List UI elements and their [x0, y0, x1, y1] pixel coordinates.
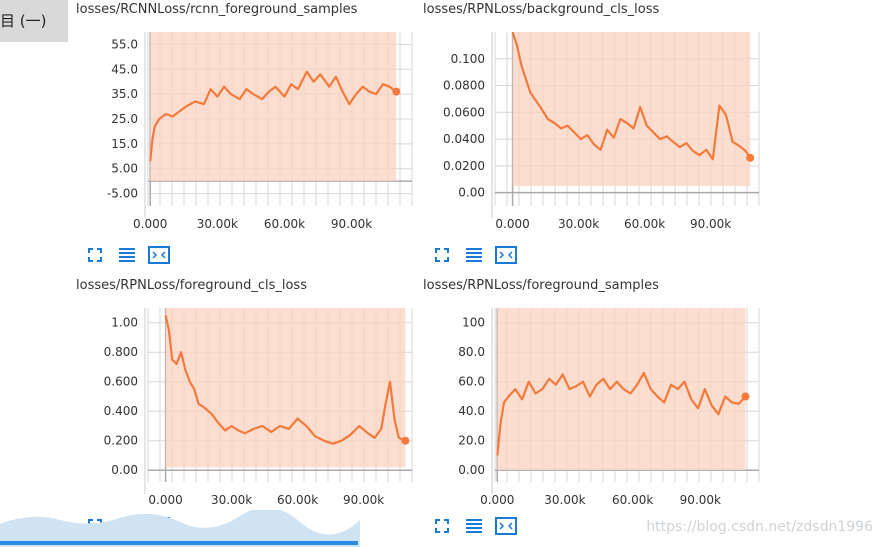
y-tick-label: 60.0: [458, 375, 485, 389]
y-tick-label: -5.00: [107, 187, 138, 201]
fullscreen-button[interactable]: [431, 516, 453, 536]
x-tick-label: 30.00k: [211, 493, 252, 507]
variance-band: [512, 32, 751, 186]
y-tick-label: 15.0: [111, 137, 138, 151]
x-tick-label: 90.00k: [331, 217, 372, 231]
chart-svg: 100 80.0 60.0 40.0 20.0 0.00 0.000 30.00k 60.00k…: [458, 308, 760, 507]
chart-card-1: losses/RCNNLoss/rcnn_foreground_samples …: [66, 0, 426, 270]
x-tick-label: 60.00k: [612, 493, 653, 507]
data-list-icon: [466, 248, 482, 262]
fit-domain-button[interactable]: [495, 245, 517, 265]
y-tick-label: 0.0400: [443, 132, 485, 146]
fullscreen-button[interactable]: [84, 245, 106, 265]
y-tick-label: 0.00: [458, 463, 485, 477]
y-tick-label: 0.100: [451, 52, 485, 66]
data-list-button[interactable]: [463, 245, 485, 265]
x-tick-label: 0.000: [480, 493, 514, 507]
x-tick-label: 30.00k: [197, 217, 238, 231]
fullscreen-icon: [435, 248, 449, 262]
y-tick-label: 40.0: [458, 404, 485, 418]
x-tick-label: 60.00k: [624, 217, 665, 231]
data-list-button[interactable]: [116, 245, 138, 265]
top-left-fragment: 目 (一): [0, 0, 68, 42]
fullscreen-icon: [88, 248, 102, 262]
fit-domain-button[interactable]: [148, 245, 170, 265]
x-tick-label: 90.00k: [690, 217, 731, 231]
y-tick-label: 55.0: [111, 37, 138, 51]
chart-svg: 55.0 45.0 35.0 25.0 15.0 5.00 -5.00 0.000 30.00k…: [107, 32, 413, 231]
y-tick-label: 0.800: [104, 345, 138, 359]
y-tick-label: 0.00: [111, 463, 138, 477]
chart-svg: 1.00 0.800 0.600 0.400 0.200 0.00 0.000 30.00k 6…: [104, 308, 413, 507]
x-tick-label: 0.000: [133, 217, 167, 231]
fit-domain-button[interactable]: [495, 516, 517, 536]
x-tick-label: 60.00k: [264, 217, 305, 231]
fullscreen-icon: [435, 519, 449, 533]
progress-wave-decoration: [0, 510, 360, 547]
x-tick-label: 0.000: [148, 493, 182, 507]
x-tick-label: 60.00k: [277, 493, 318, 507]
data-list-icon: [466, 519, 482, 533]
chart-toolbar: [84, 245, 170, 265]
y-tick-label: 0.0200: [443, 159, 485, 173]
y-tick-label: 5.00: [111, 162, 138, 176]
variance-band: [165, 308, 406, 468]
watermark-text: https://blog.csdn.net/zdsdn1996: [646, 519, 873, 535]
x-tick-label: 0.000: [495, 217, 529, 231]
x-tick-label: 30.00k: [558, 217, 599, 231]
y-tick-label: 80.0: [458, 345, 485, 359]
fit-domain-icon: [495, 246, 517, 264]
variance-band: [497, 308, 746, 471]
fullscreen-button[interactable]: [431, 245, 453, 265]
y-tick-label: 35.0: [111, 87, 138, 101]
header-fragment: 目 (一): [0, 12, 47, 30]
y-tick-label: 1.00: [111, 316, 138, 330]
chart-toolbar: [431, 516, 517, 536]
fit-domain-icon: [148, 246, 170, 264]
chart-toolbar: [431, 245, 517, 265]
y-tick-label: 0.400: [104, 404, 138, 418]
y-tick-label: 0.200: [104, 434, 138, 448]
y-tick-label: 100: [462, 316, 485, 330]
x-tick-label: 90.00k: [343, 493, 384, 507]
last-point-marker: [741, 392, 750, 401]
chart-card-2: losses/RPNLoss/background_cls_loss 0.100…: [413, 0, 773, 270]
y-tick-label: 25.0: [111, 112, 138, 126]
x-tick-label: 90.00k: [680, 493, 721, 507]
x-tick-label: 30.00k: [544, 493, 585, 507]
y-tick-label: 20.0: [458, 434, 485, 448]
chart-svg: 0.100 0.0800 0.0600 0.0400 0.0200 0.00 0.000 30…: [443, 31, 760, 231]
y-tick-label: 0.0800: [443, 79, 485, 93]
y-tick-label: 0.600: [104, 375, 138, 389]
chart-card-4: losses/RPNLoss/foreground_samples 100 80.…: [413, 276, 773, 546]
fit-domain-icon: [495, 517, 517, 535]
y-tick-label: 0.0600: [443, 105, 485, 119]
last-point-marker: [401, 436, 410, 445]
data-list-button[interactable]: [463, 516, 485, 536]
y-tick-label: 45.0: [111, 62, 138, 76]
data-list-icon: [119, 248, 135, 262]
last-point-marker: [392, 87, 401, 96]
chart-card-3: losses/RPNLoss/foreground_cls_loss 1.00 0…: [66, 276, 426, 546]
y-tick-label: 0.00: [458, 186, 485, 200]
last-point-marker: [746, 153, 755, 162]
